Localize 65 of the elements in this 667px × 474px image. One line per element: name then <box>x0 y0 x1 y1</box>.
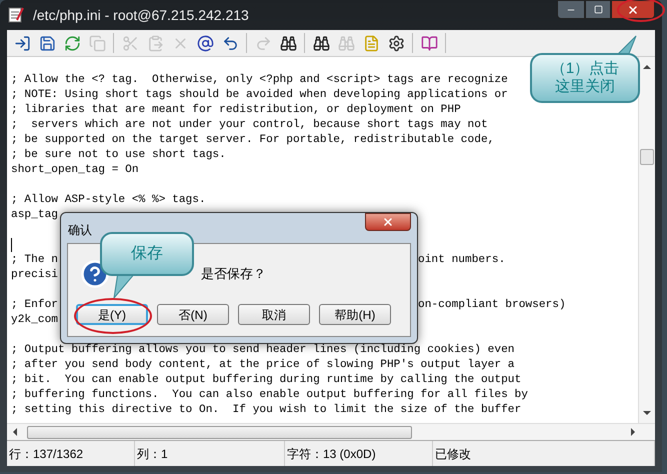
save-icon <box>38 34 56 52</box>
code-line: precisi <box>11 268 58 283</box>
code-line: ; be supported on the target server. For portable, redistributable code, <box>11 133 494 148</box>
vertical-scrollbar[interactable] <box>638 57 655 423</box>
status-field: 行：137/1362 <box>9 444 84 462</box>
callout-text: 这里关闭 <box>555 78 615 96</box>
scroll-right-icon[interactable] <box>631 428 635 436</box>
scroll-left-icon[interactable] <box>13 428 17 436</box>
code-line: on-compliant browsers) <box>418 298 566 313</box>
notepad-icon <box>7 6 25 24</box>
exit-icon <box>14 34 30 52</box>
status-field: 列：1 <box>137 444 168 462</box>
refresh-icon <box>64 34 80 52</box>
paste-icon <box>146 34 164 52</box>
maximize-icon <box>594 5 602 14</box>
dialog-message: 是否保存？ <box>201 265 266 284</box>
code-line: ; NOTE: Using short tags should be avoided when developing applications or <box>11 88 508 103</box>
undo-icon <box>222 34 238 52</box>
code-line: ; bit. You can enable output buffering during runtime by calling the output <box>11 373 522 388</box>
status-field: 字符：13 (0x0D) <box>287 444 376 462</box>
book-icon <box>420 34 438 52</box>
redo-icon <box>254 34 272 52</box>
close-icon <box>627 4 639 16</box>
close-button[interactable] <box>365 213 411 231</box>
callout-text: 保存 <box>131 245 163 263</box>
dialog-button[interactable]: 否(N) <box>157 304 229 325</box>
code-line: asp_tag <box>11 208 58 223</box>
window-title: /etc/php.ini - root@67.215.242.213 <box>33 6 249 25</box>
close-icon <box>382 216 394 228</box>
code-line: ; Enfor <box>11 299 58 311</box>
code-line: ; after you send body content, at the price of slowing PHP's output layer a <box>11 358 515 373</box>
document-icon <box>362 34 380 52</box>
code-line: ; be sure not to use short tags. <box>11 148 226 163</box>
maximize-button[interactable] <box>585 0 611 19</box>
code-line: ; libraries that are meant for redistribution, or deployment on PHP <box>11 103 461 118</box>
binoculars-icon <box>280 34 296 52</box>
code-line: ; Output buffering allows you to send header lines (including cookies) even <box>11 343 515 358</box>
code-line: ; buffering functions. You can also enable output buffering for all files by <box>11 388 528 403</box>
horizontal-scrollbar[interactable] <box>7 423 655 440</box>
dialog-button[interactable]: 帮助(H) <box>319 304 391 325</box>
settings-icon <box>388 34 404 52</box>
callout-text: （1）点击 <box>550 60 620 78</box>
code-line: ; Allow ASP-style <% %> tags. <box>11 193 206 208</box>
code-line: ; The n <box>11 254 58 266</box>
scrollbar-thumb[interactable] <box>27 426 412 438</box>
dialog-title: 确认 <box>68 222 92 239</box>
scrollbar-thumb[interactable] <box>640 149 654 165</box>
code-line: ; setting this directive to On. If you wish to limit the size of the buffer <box>11 403 522 418</box>
dialog-button[interactable]: 是(Y) <box>76 304 148 325</box>
code-line: ; Allow the <? tag. Otherwise, only <?php and <script> tags are recognize <box>11 73 508 88</box>
dialog-button[interactable]: 取消 <box>238 304 310 325</box>
code-line: y2k_com <box>11 313 58 328</box>
scroll-down-icon[interactable] <box>643 411 651 415</box>
code-line: short_open_tag = On <box>11 163 139 178</box>
binoculars-icon <box>338 34 354 52</box>
binoculars-icon <box>312 34 330 52</box>
copy-icon <box>88 34 106 52</box>
highlight-ellipse <box>617 0 665 22</box>
close-button[interactable] <box>611 0 655 19</box>
code-line: oint numbers. <box>418 253 506 268</box>
select-all-icon <box>196 34 214 52</box>
code-line: ; servers which are not under your control, because short tags may not <box>11 118 488 133</box>
text-cursor <box>11 238 12 252</box>
status-field: 已修改 <box>435 444 471 462</box>
scissors-icon <box>122 34 138 52</box>
